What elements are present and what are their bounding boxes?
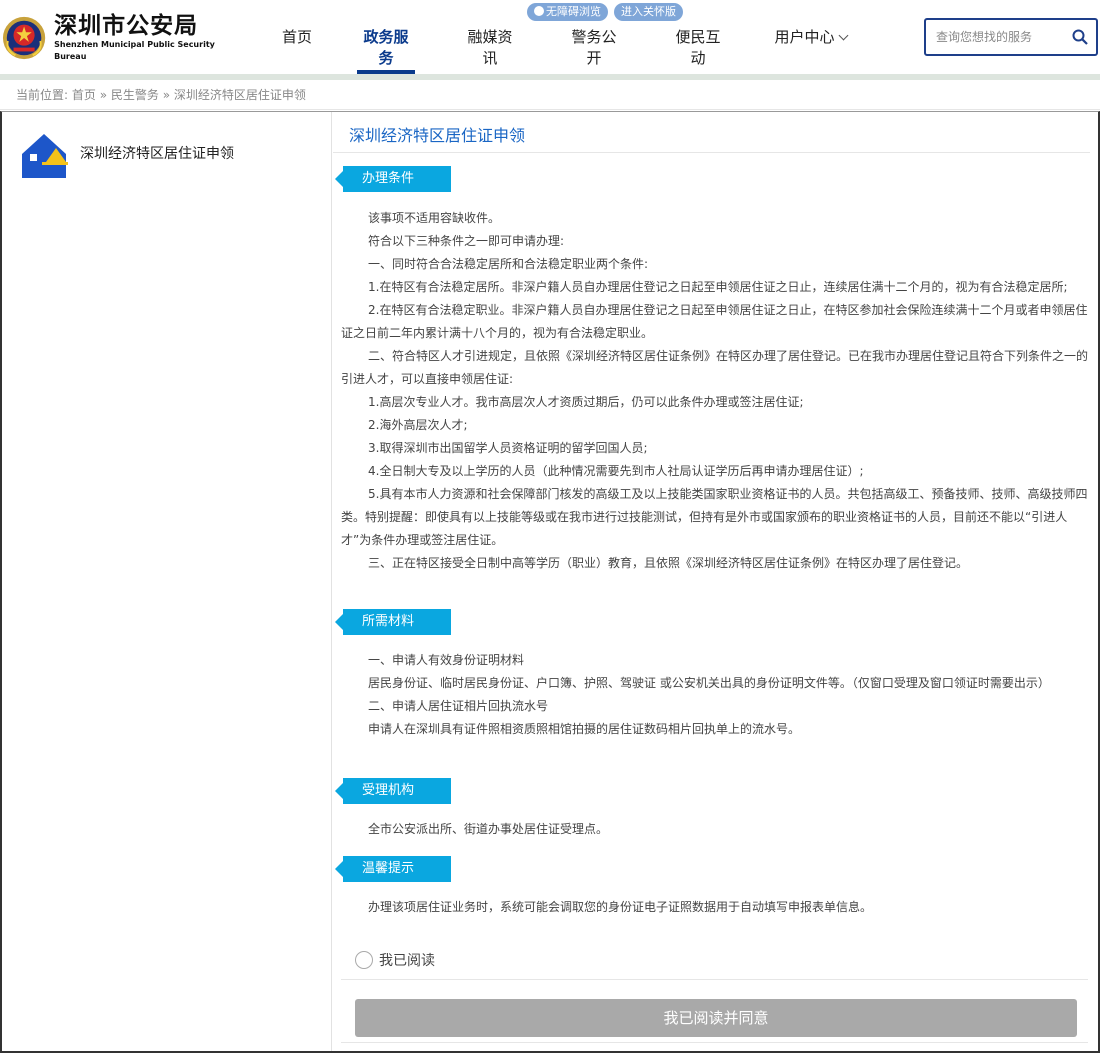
paragraph: 二、申请人居住证相片回执流水号	[368, 699, 549, 713]
sidebar: 深圳经济特区居住证申领	[2, 112, 332, 1051]
paragraph: 4.全日制大专及以上学历的人员（此种情况需要先到市人社局认证学历后再申请办理居住…	[368, 464, 864, 478]
read-confirm-row[interactable]: 我已阅读	[355, 950, 435, 970]
nav-police-affairs[interactable]: 警务公开	[565, 0, 623, 74]
nav-user-center-label: 用户中心	[774, 28, 835, 46]
nav-interaction-label: 便民互动	[675, 28, 721, 67]
paragraph: 2.海外高层次人才;	[368, 418, 468, 432]
divider	[341, 979, 1088, 980]
paragraph: 符合以下三种条件之一即可申请办理:	[368, 234, 565, 248]
paragraph: 5.具有本市人力资源和社会保障部门核发的高级工及以上技能类国家职业资格证书的人员…	[341, 487, 1088, 547]
title-divider	[333, 152, 1090, 153]
breadcrumb-current: 深圳经济特区居住证申领	[173, 88, 306, 102]
paragraph: 一、申请人有效身份证明材料	[368, 653, 525, 667]
paragraph: 申请人在深圳具有证件照相资质照相馆拍摄的居住证数码相片回执单上的流水号。	[368, 722, 801, 736]
chevron-down-icon	[838, 30, 848, 41]
section-body-tips: 办理该项居住证业务时，系统可能会调取您的身份证电子证照数据用于自动填写申报表单信…	[341, 896, 1089, 919]
site-logo[interactable]: 深圳市公安局 Shenzhen Municipal Public Securit…	[2, 10, 242, 66]
section-tag-tips: 温馨提示	[335, 856, 451, 882]
nav-media-news-label: 融媒资讯	[467, 28, 513, 67]
nav-media-news[interactable]: 融媒资讯	[461, 0, 519, 74]
nav-active-underline	[357, 70, 415, 74]
section-tag-conditions: 办理条件	[335, 166, 451, 192]
paragraph: 1.在特区有合法稳定居所。非深户籍人员自办理居住登记之日起至申领居住证之日止，连…	[368, 280, 1068, 294]
content-area: 深圳经济特区居住证申领 办理条件 该事项不适用容缺收件。 符合以下三种条件之一即…	[333, 112, 1098, 1051]
paragraph: 3.取得深圳市出国留学人员资格证明的留学回国人员;	[368, 441, 648, 455]
sidebar-item-label: 深圳经济特区居住证申领	[80, 146, 234, 162]
nav-user-center[interactable]: 用户中心	[773, 0, 848, 74]
paragraph: 办理该项居住证业务时，系统可能会调取您的身份证电子证照数据用于自动填写申报表单信…	[368, 900, 873, 914]
breadcrumb: 当前位置: 首页 » 民生警务 » 深圳经济特区居住证申领	[0, 80, 1100, 110]
search-box	[924, 18, 1098, 56]
sidebar-item-residence-permit[interactable]: 深圳经济特区居住证申领	[22, 132, 234, 178]
breadcrumb-prefix: 当前位置:	[16, 88, 69, 102]
paragraph: 该事项不适用容缺收件。	[368, 211, 501, 225]
paragraph: 二、符合特区人才引进规定，且依照《深圳经济特区居住证条例》在特区办理了居住登记。…	[341, 349, 1089, 386]
main-panel: 深圳经济特区居住证申领 深圳经济特区居住证申领 办理条件 该事项不适用容缺收件。…	[0, 111, 1100, 1053]
section-tag-agency: 受理机构	[335, 778, 451, 804]
section-body-conditions: 该事项不适用容缺收件。 符合以下三种条件之一即可申请办理: 一、同时符合合法稳定…	[341, 207, 1089, 575]
paragraph: 一、同时符合合法稳定居所和合法稳定职业两个条件:	[368, 257, 649, 271]
nav-home[interactable]: 首页	[262, 0, 332, 74]
breadcrumb-separator: »	[99, 88, 108, 102]
agree-button[interactable]: 我已阅读并同意	[355, 999, 1077, 1037]
paragraph: 1.高层次专业人才。我市高层次人才资质过期后，仍可以此条件办理或签注居住证;	[368, 395, 804, 409]
nav-police-affairs-label: 警务公开	[571, 28, 617, 67]
nav-home-label: 首页	[281, 28, 312, 46]
nav-interaction[interactable]: 便民互动	[669, 0, 727, 74]
paragraph: 2.在特区有合法稳定职业。非深户籍人员自办理居住登记之日起至申领居住证之日止，在…	[341, 303, 1088, 340]
breadcrumb-home[interactable]: 首页	[72, 88, 96, 102]
read-radio-button[interactable]	[355, 951, 373, 969]
paragraph: 居民身份证、临时居民身份证、户口簿、护照、驾驶证 或公安机关出具的身份证明文件等…	[368, 676, 1050, 690]
section-tag-materials: 所需材料	[335, 609, 451, 635]
breadcrumb-separator: »	[162, 88, 171, 102]
section-body-materials: 一、申请人有效身份证明材料 居民身份证、临时居民身份证、户口簿、护照、驾驶证 或…	[341, 649, 1089, 741]
police-emblem-icon	[2, 16, 46, 60]
logo-title-cn: 深圳市公安局	[54, 13, 199, 39]
divider	[341, 1042, 1088, 1043]
page-title: 深圳经济特区居住证申领	[349, 126, 526, 145]
nav-gov-services-label: 政务服务	[363, 28, 409, 67]
search-icon[interactable]	[1072, 29, 1088, 45]
house-icon	[22, 134, 68, 178]
logo-title-en: Shenzhen Municipal Public Security Burea…	[54, 40, 215, 61]
site-header: 深圳市公安局 Shenzhen Municipal Public Securit…	[0, 0, 1100, 74]
main-nav: 首页 政务服务 融媒资讯 警务公开 便民互动 用户中心	[262, 0, 848, 74]
paragraph: 三、正在特区接受全日制中高等学历（职业）教育，且依照《深圳经济特区居住证条例》在…	[368, 556, 969, 570]
nav-gov-services[interactable]: 政务服务	[357, 0, 415, 74]
read-label: 我已阅读	[379, 953, 435, 969]
section-body-agency: 全市公安派出所、街道办事处居住证受理点。	[341, 818, 1089, 841]
breadcrumb-livelihood[interactable]: 民生警务	[111, 88, 159, 102]
search-input[interactable]	[934, 29, 1069, 45]
paragraph: 全市公安派出所、街道办事处居住证受理点。	[368, 822, 609, 836]
